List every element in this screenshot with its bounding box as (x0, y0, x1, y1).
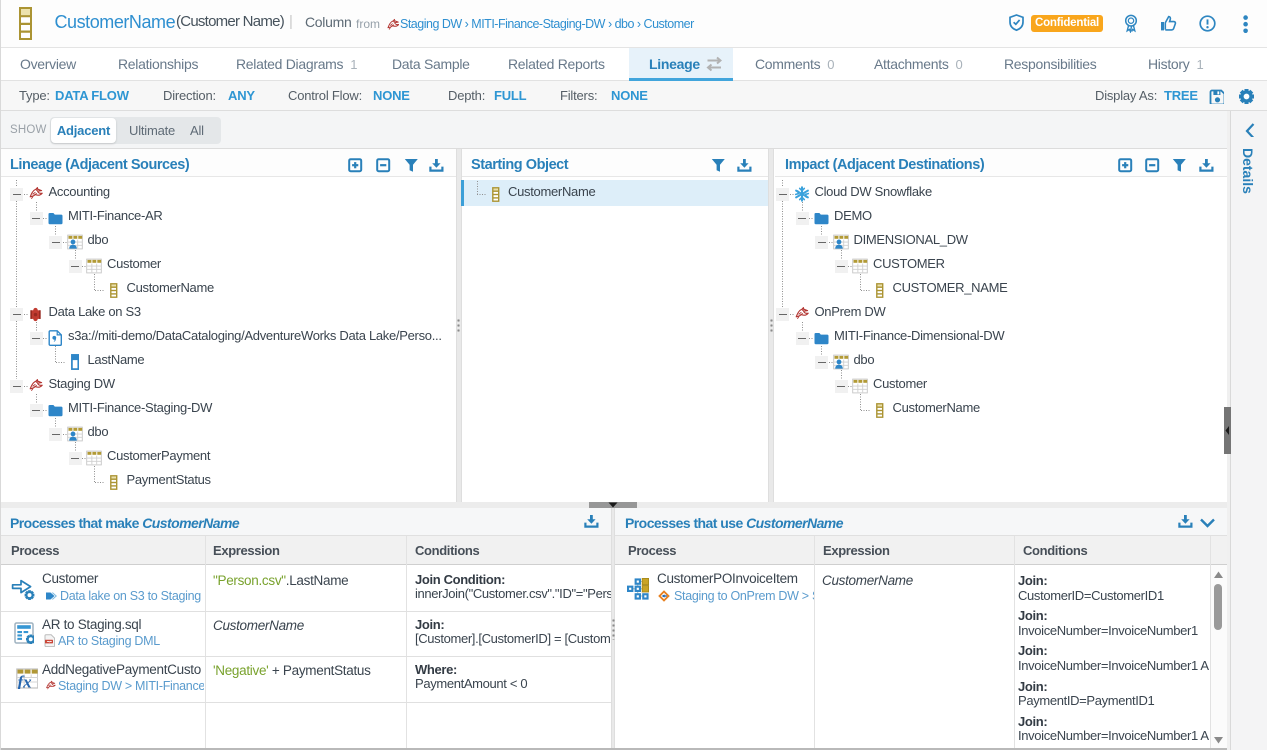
svg-text:fx: fx (18, 673, 33, 690)
